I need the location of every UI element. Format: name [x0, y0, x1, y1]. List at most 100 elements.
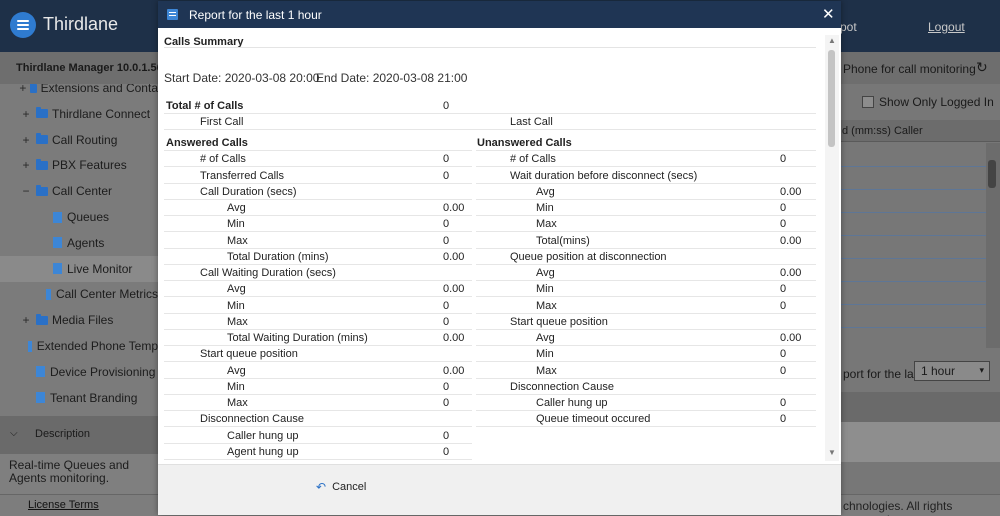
sidebar-item-label: Call Center	[52, 184, 113, 199]
sidebar-item-label: Call Routing	[52, 132, 118, 147]
expand-icon[interactable]: +	[19, 133, 33, 147]
answered-stat-label: Min	[227, 380, 245, 393]
sidebar-item-label: Extended Phone Temp	[36, 339, 158, 353]
collapse-icon[interactable]: −	[19, 184, 33, 198]
unanswered-stat-label: Total(mins)	[536, 234, 590, 247]
description-text: Real-time Queues and Agents monitoring.	[9, 458, 130, 485]
row-divider	[164, 166, 472, 168]
panel-section-header	[838, 392, 1000, 422]
answered-stat-label: Avg	[227, 364, 246, 377]
sidebar-item[interactable]: Queues	[0, 204, 158, 230]
sidebar-item[interactable]: + Extensions and Conta	[0, 84, 158, 101]
scroll-up-icon[interactable]: ▲	[825, 36, 839, 45]
thirdlane-logo-icon	[10, 12, 36, 38]
row-divider	[476, 296, 816, 298]
row-divider	[164, 280, 472, 281]
unanswered-stat-value: 0	[780, 202, 787, 214]
close-icon[interactable]: ✕	[822, 5, 835, 23]
sidebar-item[interactable]: + Thirdlane Connect	[0, 101, 158, 127]
unanswered-stat-value: 0	[780, 397, 787, 409]
refresh-icon[interactable]: ↻	[976, 59, 988, 76]
unanswered-stat-value: 0	[780, 413, 787, 426]
row-divider	[164, 377, 472, 379]
row-divider	[164, 426, 472, 428]
only-logged-in-toggle[interactable]: Show Only Logged In	[862, 95, 994, 109]
answered-stat-value: 0	[443, 397, 450, 409]
answered-stat-label: Start queue position	[200, 348, 298, 361]
sidebar-item[interactable]: Tenant Branding	[0, 385, 158, 411]
document-icon	[36, 392, 45, 404]
row-divider	[476, 361, 816, 363]
row-divider	[164, 345, 472, 346]
sidebar-item[interactable]: Call Center Metrics	[0, 281, 158, 307]
sidebar-item[interactable]: + Call Routing	[0, 127, 158, 153]
row-divider	[476, 410, 816, 411]
row-divider	[476, 182, 816, 184]
row-divider	[164, 129, 816, 130]
report-scrollbar-thumb[interactable]	[828, 50, 835, 147]
grid-row-divider	[838, 212, 986, 213]
answered-stat-value: 0	[443, 218, 450, 231]
end-date: End Date: 2020-03-08 21:00	[316, 71, 468, 85]
cancel-label: Cancel	[332, 481, 367, 493]
expand-icon[interactable]: +	[19, 84, 27, 95]
unanswered-stat-label: Max	[536, 299, 557, 312]
row-divider	[476, 345, 816, 346]
monitor-phone-link[interactable]: Phone for call monitoring	[843, 62, 976, 76]
sidebar-item[interactable]: Extended Phone Temp	[0, 333, 158, 359]
grid-row-divider	[838, 327, 986, 328]
sidebar-item[interactable]: + PBX Features	[0, 152, 158, 178]
sidebar-item[interactable]: Agents	[0, 230, 158, 256]
sidebar-item-label: Call Center Metrics	[55, 287, 158, 302]
answered-stat-label: Avg	[227, 202, 246, 214]
sidebar-item[interactable]: Live Monitor	[0, 255, 158, 282]
row-divider	[476, 166, 816, 168]
unanswered-stat-label: Queue position at disconnection	[510, 250, 667, 263]
unanswered-stat-label: # of Calls	[510, 153, 556, 166]
sidebar-item[interactable]: − Call Center	[0, 178, 158, 204]
answered-stat-value: 0.00	[443, 250, 465, 263]
grid-row-divider	[838, 281, 986, 282]
expand-icon[interactable]: +	[19, 158, 33, 172]
scroll-down-icon[interactable]: ▼	[825, 448, 839, 457]
top-nav-link[interactable]: pot	[840, 20, 857, 34]
sidebar-item[interactable]: + Media Files	[0, 307, 158, 333]
panel-section-body	[838, 422, 1000, 462]
unanswered-stat-label: Min	[536, 202, 554, 214]
answered-stat-value: 0.00	[443, 202, 465, 214]
license-terms-link[interactable]: License Terms	[28, 499, 99, 511]
grid-column-header[interactable]: d (mm:ss) Caller	[842, 125, 923, 137]
row-divider	[476, 377, 816, 379]
unanswered-stat-label: Avg	[536, 332, 555, 344]
row-divider	[164, 410, 472, 411]
checkbox-icon[interactable]	[862, 96, 874, 108]
chevron-down-icon[interactable]: ⌵	[10, 428, 18, 439]
answered-stat-value: 0	[443, 429, 450, 442]
unanswered-stat-label: Unanswered Calls	[477, 137, 572, 149]
sidebar-item[interactable]: Device Provisioning	[0, 359, 158, 385]
grid-scrollbar-thumb[interactable]	[988, 160, 996, 188]
answered-stat-value: 0	[443, 153, 450, 166]
cancel-button[interactable]: ↶ Cancel	[316, 480, 366, 494]
logout-link[interactable]: Logout	[928, 20, 965, 34]
row-divider	[164, 328, 472, 330]
report-period-select[interactable]: 1 hour	[914, 361, 990, 381]
answered-stat-value: 0	[443, 234, 450, 247]
first-call-label: First Call	[200, 116, 244, 128]
sidebar-item-label: Live Monitor	[67, 261, 133, 276]
sidebar-item-label: Tenant Branding	[50, 390, 138, 405]
expand-icon[interactable]: +	[19, 313, 33, 327]
unanswered-stat-label: Max	[536, 218, 557, 231]
row-divider	[476, 247, 816, 249]
unanswered-stat-value: 0.00	[780, 185, 802, 198]
document-icon	[53, 237, 62, 249]
total-calls-label: Total # of Calls	[166, 100, 244, 112]
report-content: Calls Summary Start Date: 2020-03-08 20:…	[158, 28, 828, 464]
expand-icon[interactable]: +	[19, 107, 33, 121]
answered-stat-value: 0.00	[443, 283, 465, 296]
row-divider	[164, 113, 816, 114]
report-dialog: Report for the last 1 hour ✕ Calls Summa…	[158, 1, 841, 515]
answered-stat-value: 0	[443, 315, 450, 328]
folder-icon	[36, 184, 48, 196]
grid-row-divider	[838, 189, 986, 190]
